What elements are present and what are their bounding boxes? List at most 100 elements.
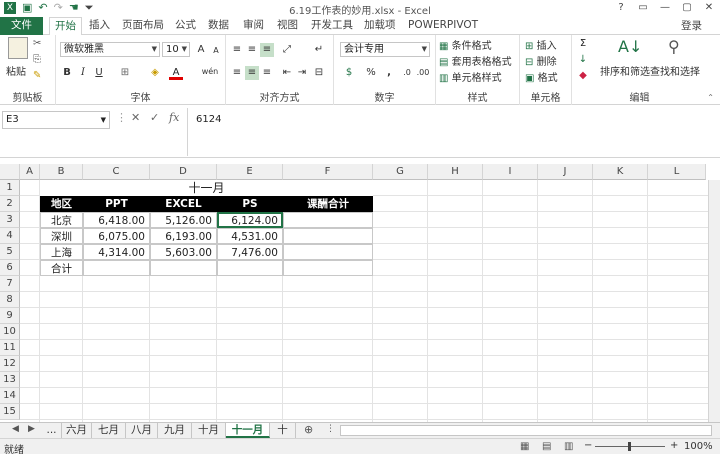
sheet-tab-august[interactable]: 八月: [126, 423, 158, 438]
worksheet-grid[interactable]: ABCDEFGHIJKL 1 2 3 4 5 6 7 8 9 10 11 12 13 14 15 十一月 地区…: [0, 164, 720, 422]
column-header-h[interactable]: H: [428, 164, 483, 180]
increase-indent-icon[interactable]: ⇥: [295, 66, 309, 80]
value-cell[interactable]: 7,476.00: [217, 244, 283, 260]
tab-review[interactable]: 审阅: [238, 17, 269, 35]
column-header-a[interactable]: A: [20, 164, 40, 180]
page-layout-view-icon[interactable]: ▤: [542, 441, 551, 452]
phonetic-button[interactable]: wén: [199, 65, 221, 79]
number-format-select[interactable]: 会计专用 ▼: [340, 42, 430, 57]
format-cells-button[interactable]: ▣ 格式: [525, 69, 558, 84]
region-cell[interactable]: 上海: [40, 244, 83, 260]
value-cell[interactable]: 5,603.00: [150, 244, 217, 260]
next-sheet-icon[interactable]: ▶: [28, 424, 35, 434]
tab-page-layout[interactable]: 页面布局: [117, 17, 169, 35]
sheet-tab-november[interactable]: 十一月: [226, 423, 270, 438]
collapse-ribbon-icon[interactable]: ⌃: [707, 93, 714, 102]
cut-icon[interactable]: ✂: [33, 38, 41, 49]
delete-cells-button[interactable]: ⊟ 删除: [525, 53, 557, 68]
find-select-button[interactable]: 查找和选择: [650, 63, 700, 78]
row-header[interactable]: 5: [0, 244, 20, 260]
align-middle-icon[interactable]: ≡: [245, 43, 259, 57]
table-header-cell[interactable]: PS: [217, 196, 283, 212]
autosum-button[interactable]: Σ: [576, 37, 590, 51]
wrap-text-icon[interactable]: ↵: [312, 43, 326, 57]
column-header-e[interactable]: E: [217, 164, 283, 180]
copy-icon[interactable]: ⎘: [33, 54, 41, 65]
row-header[interactable]: 8: [0, 292, 20, 308]
orientation-icon[interactable]: ⤢: [280, 43, 294, 57]
value-cell[interactable]: 4,314.00: [83, 244, 150, 260]
insert-cells-button[interactable]: ⊞ 插入: [525, 37, 557, 52]
row-header[interactable]: 7: [0, 276, 20, 292]
sheet-tab-december-partial[interactable]: 十: [270, 423, 296, 438]
borders-icon[interactable]: ⊞: [118, 66, 132, 80]
value-cell[interactable]: [83, 260, 150, 276]
find-select-icon[interactable]: ⚲: [668, 37, 680, 56]
zoom-out-button[interactable]: −: [584, 440, 592, 451]
column-header-k[interactable]: K: [593, 164, 648, 180]
comma-button[interactable]: ,: [382, 66, 396, 80]
minimize-button[interactable]: —: [654, 0, 676, 16]
sheet-tab-june[interactable]: 六月: [62, 423, 92, 438]
percent-button[interactable]: %: [364, 66, 378, 80]
tab-file[interactable]: 文件: [0, 17, 43, 35]
zoom-in-button[interactable]: +: [670, 440, 678, 451]
decrease-indent-icon[interactable]: ⇤: [280, 66, 294, 80]
column-header-f[interactable]: F: [283, 164, 373, 180]
value-cell[interactable]: 6,193.00: [150, 228, 217, 244]
row-header[interactable]: 13: [0, 372, 20, 388]
align-bottom-icon[interactable]: ≡: [260, 43, 274, 57]
zoom-level[interactable]: 100%: [684, 441, 713, 452]
font-size-select[interactable]: 10 ▼: [162, 42, 190, 57]
page-break-view-icon[interactable]: ▥: [564, 441, 573, 452]
fill-icon[interactable]: ↓: [576, 53, 590, 67]
row-header[interactable]: 9: [0, 308, 20, 324]
value-cell[interactable]: [150, 260, 217, 276]
merge-center-icon[interactable]: ⊟: [312, 66, 326, 80]
region-cell[interactable]: 深圳: [40, 228, 83, 244]
tab-insert[interactable]: 插入: [84, 17, 115, 35]
row-header[interactable]: 12: [0, 356, 20, 372]
row-header[interactable]: 10: [0, 324, 20, 340]
login-link[interactable]: 登录: [681, 18, 702, 33]
row-header[interactable]: 6: [0, 260, 20, 276]
grow-font-button[interactable]: A: [194, 43, 208, 57]
value-cell[interactable]: 6,418.00: [83, 212, 150, 228]
region-cell[interactable]: 合计: [40, 260, 83, 276]
tab-formulas[interactable]: 公式: [170, 17, 201, 35]
column-header-b[interactable]: B: [40, 164, 83, 180]
align-right-icon[interactable]: ≡: [260, 66, 274, 80]
font-name-select[interactable]: 微软雅黑 ▼: [60, 42, 160, 57]
new-sheet-icon[interactable]: ⊕: [304, 423, 313, 436]
row-header[interactable]: 4: [0, 228, 20, 244]
sheet-tab-more[interactable]: ...: [42, 423, 62, 438]
sheet-tab-october[interactable]: 十月: [192, 423, 226, 438]
tab-split-icon[interactable]: ⋮: [326, 424, 335, 434]
column-header-d[interactable]: D: [150, 164, 217, 180]
sheet-tab-july[interactable]: 七月: [92, 423, 126, 438]
prev-sheet-icon[interactable]: ◀: [12, 424, 19, 434]
row-header[interactable]: 3: [0, 212, 20, 228]
table-header-cell[interactable]: 地区: [40, 196, 83, 212]
accounting-format-icon[interactable]: $: [342, 66, 356, 80]
region-cell[interactable]: 北京: [40, 212, 83, 228]
paste-button[interactable]: 粘贴: [6, 63, 26, 78]
row-header[interactable]: 11: [0, 340, 20, 356]
decrease-decimal-icon[interactable]: .00: [416, 66, 430, 80]
selected-cell-e3[interactable]: 6,124.00: [217, 212, 283, 228]
table-header-cell[interactable]: PPT: [83, 196, 150, 212]
paste-icon[interactable]: [8, 37, 28, 59]
enter-entry-button[interactable]: ✓: [150, 111, 159, 124]
row-header[interactable]: 1: [0, 180, 20, 196]
fill-color-icon[interactable]: ◈: [148, 66, 162, 80]
align-top-icon[interactable]: ≡: [230, 43, 244, 57]
cell-styles-button[interactable]: ▥ 单元格样式: [439, 69, 502, 84]
sheet-tab-september[interactable]: 九月: [158, 423, 192, 438]
select-all-corner[interactable]: [0, 164, 20, 180]
tab-powerpivot[interactable]: POWERPIVOT: [403, 17, 483, 35]
value-cell[interactable]: [283, 260, 373, 276]
value-cell[interactable]: [283, 212, 373, 228]
formula-input[interactable]: 6124: [187, 108, 718, 156]
conditional-format-button[interactable]: ▦ 条件格式: [439, 37, 492, 52]
shrink-font-button[interactable]: A: [209, 44, 223, 58]
